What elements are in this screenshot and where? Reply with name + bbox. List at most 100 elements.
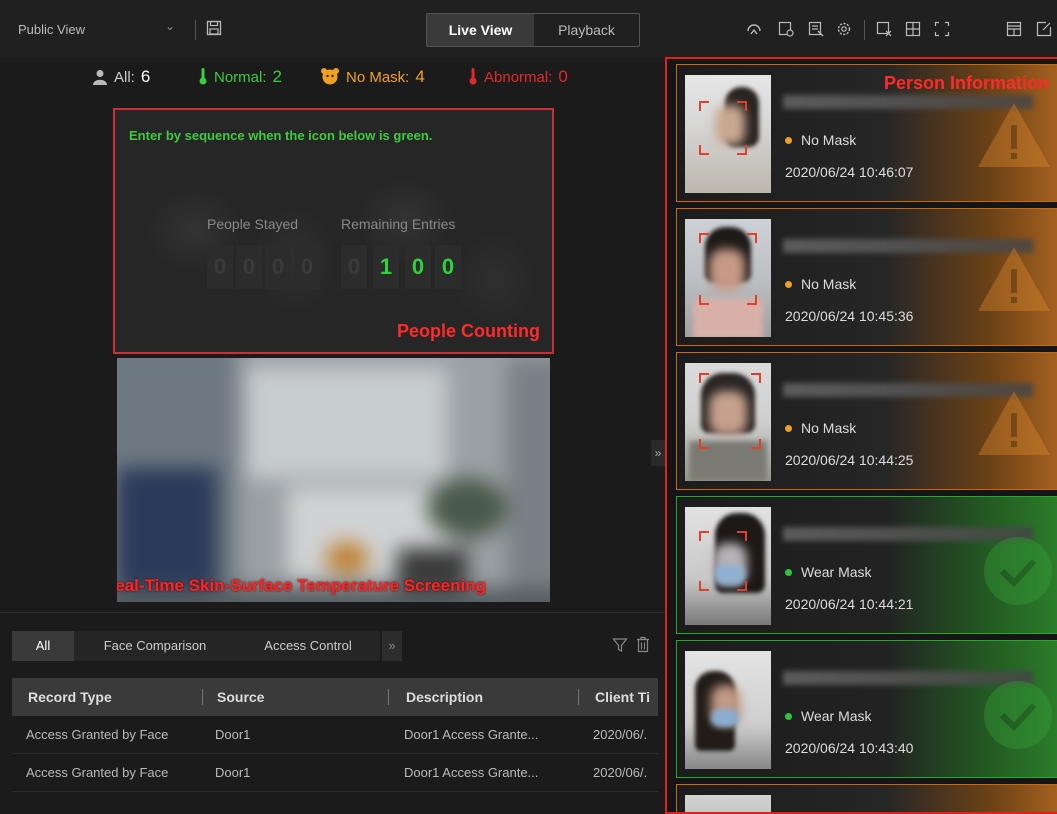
check-icon: [984, 537, 1052, 605]
tab-live-view[interactable]: Live View: [427, 14, 534, 46]
remaining-digit: 0: [341, 245, 367, 289]
cell-source: Door1: [215, 765, 251, 780]
column-divider[interactable]: [202, 689, 203, 705]
remaining-digit: 0: [405, 245, 431, 289]
gear-icon[interactable]: [836, 21, 852, 40]
person-card[interactable]: [676, 784, 1057, 812]
trash-icon[interactable]: [636, 636, 650, 656]
stayed-digit: 0: [236, 245, 262, 289]
status-dot: [785, 425, 792, 432]
view-select[interactable]: Public View: [18, 22, 85, 37]
stayed-digit: 0: [265, 245, 291, 289]
table-header: Record Type Source Description Client Ti: [12, 678, 658, 716]
person-card[interactable]: Wear Mask 2020/06/24 10:44:21: [676, 496, 1057, 634]
column-header-record-type[interactable]: Record Type: [28, 678, 198, 716]
view-mode-tabs: Live View Playback: [426, 13, 640, 47]
top-toolbar: Public View ⌄ Live View Playback: [0, 0, 1057, 58]
remaining-digit: 0: [435, 245, 461, 289]
fullscreen-icon[interactable]: [934, 21, 950, 40]
panel-background: [115, 110, 552, 352]
stat-abnormal: Abnormal: 0: [468, 66, 568, 88]
stat-abnormal-label: Abnormal:: [484, 69, 553, 86]
face-snapshot: [685, 75, 771, 193]
warning-icon: [978, 391, 1050, 455]
temperature-screening-video[interactable]: Real-Time Skin-Surface Temperature Scree…: [117, 358, 550, 602]
tab-playback[interactable]: Playback: [534, 14, 639, 46]
mask-status: No Mask: [785, 276, 856, 292]
save-icon[interactable]: [206, 20, 222, 39]
mask-status-text: No Mask: [801, 132, 857, 148]
status-dot: [785, 713, 792, 720]
collapse-panel-handle[interactable]: »: [651, 440, 665, 466]
stats-row: All: 6 Normal: 2 No Mask: 4 Abnormal: 0: [92, 64, 602, 92]
mask-status: No Mask: [785, 132, 856, 148]
tab-access-control[interactable]: Access Control: [236, 631, 380, 661]
toolbar-divider: [195, 20, 196, 40]
column-header-description[interactable]: Description: [406, 678, 566, 716]
tab-all[interactable]: All: [12, 631, 74, 661]
mask-status-text: No Mask: [801, 420, 857, 436]
stat-normal-value: 2: [272, 67, 282, 86]
cell-record-type: Access Granted by Face: [26, 765, 169, 780]
stat-all: All: 6: [92, 66, 150, 88]
thermometer-icon: [469, 68, 477, 85]
clear-icon[interactable]: [876, 21, 892, 40]
refresh-icon[interactable]: [745, 21, 763, 40]
mask-status-text: Wear Mask: [801, 708, 872, 724]
record-icon[interactable]: [808, 21, 824, 40]
table-row[interactable]: Access Granted by Face Door1 Door1 Acces…: [12, 754, 658, 792]
people-stayed-label: People Stayed: [207, 216, 299, 232]
face-detection-box: [699, 531, 747, 591]
mask-status: Wear Mask: [785, 564, 872, 580]
column-header-source[interactable]: Source: [217, 678, 377, 716]
tab-face-comparison[interactable]: Face Comparison: [74, 631, 236, 661]
remaining-digit: 1: [373, 245, 399, 289]
check-icon: [984, 681, 1052, 749]
video-frame: [117, 358, 550, 602]
person-information-panel: Person Information No Mask 2020/06/24 10…: [665, 57, 1057, 814]
filter-icon[interactable]: [612, 637, 628, 656]
person-card[interactable]: No Mask 2020/06/24 10:45:36: [676, 208, 1057, 346]
people-counting-title: People Counting: [397, 321, 540, 341]
thermometer-icon: [199, 68, 207, 85]
capture-time: 2020/06/24 10:45:36: [785, 308, 914, 324]
warning-icon: [978, 103, 1050, 167]
mask-status-text: No Mask: [801, 276, 857, 292]
mask-status: No Mask: [785, 420, 856, 436]
column-divider[interactable]: [388, 689, 389, 705]
status-dot: [785, 137, 792, 144]
snapshot-icon[interactable]: [778, 21, 794, 40]
face-snapshot: [685, 363, 771, 481]
column-divider[interactable]: [578, 689, 579, 705]
layout-icon[interactable]: [1006, 21, 1022, 40]
face-detection-box: [699, 233, 757, 305]
column-header-client-time[interactable]: Client Ti: [595, 678, 658, 716]
popout-icon[interactable]: [1036, 21, 1052, 40]
face-detection-box: [699, 101, 747, 155]
grid-icon[interactable]: [905, 21, 921, 40]
capture-time: 2020/06/24 10:44:21: [785, 596, 914, 612]
stat-abnormal-value: 0: [558, 67, 568, 86]
remaining-entries-label: Remaining Entries: [341, 216, 456, 232]
chevron-down-icon[interactable]: ⌄: [165, 19, 175, 33]
stayed-digit: 0: [207, 245, 233, 289]
table-row[interactable]: Access Granted by Face Door1 Door1 Acces…: [12, 716, 658, 754]
stat-all-value: 6: [140, 67, 151, 86]
face-snapshot: [685, 219, 771, 337]
person-card[interactable]: Wear Mask 2020/06/24 10:43:40: [676, 640, 1057, 778]
status-dot: [785, 569, 792, 576]
event-panel: All Face Comparison Access Control » Rec…: [0, 612, 665, 814]
stat-all-label: All:: [114, 69, 135, 86]
capture-time: 2020/06/24 10:44:25: [785, 452, 914, 468]
warning-icon: [978, 247, 1050, 311]
capture-time: 2020/06/24 10:46:07: [785, 164, 914, 180]
stat-normal-label: Normal:: [214, 69, 267, 86]
person-card[interactable]: No Mask 2020/06/24 10:44:25: [676, 352, 1057, 490]
people-counting-panel: Enter by sequence when the icon below is…: [113, 108, 554, 354]
cell-client-time: 2020/06/.: [593, 765, 648, 780]
more-tabs-button[interactable]: »: [382, 631, 402, 661]
mask-status: Wear Mask: [785, 708, 872, 724]
toolbar-divider: [864, 20, 865, 40]
cell-record-type: Access Granted by Face: [26, 727, 169, 742]
person-icon: [93, 70, 107, 85]
